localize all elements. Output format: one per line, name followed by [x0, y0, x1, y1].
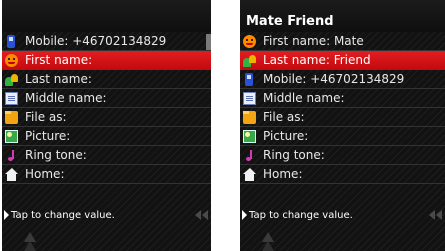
- left-screen: Mobile: +46702134829 First name: Last na…: [2, 0, 211, 251]
- up-arrow-icon: [262, 241, 274, 251]
- field-label: File as:: [25, 110, 67, 124]
- right-screen: Mate Friend First name: Mate Last name: …: [240, 0, 445, 251]
- music-note-icon: [5, 149, 18, 162]
- field-home[interactable]: Home:: [2, 165, 211, 184]
- back-arrows-icon[interactable]: [427, 210, 445, 220]
- field-first-name[interactable]: First name:: [2, 51, 211, 70]
- field-ring-tone[interactable]: Ring tone:: [240, 146, 445, 165]
- field-label: Picture:: [25, 129, 71, 143]
- field-label: Mobile: +46702134829: [263, 72, 405, 86]
- folder-icon: [243, 110, 256, 124]
- field-picture[interactable]: Picture:: [240, 127, 445, 146]
- field-first-name[interactable]: First name: Mate: [240, 32, 445, 51]
- contacts-icon: [243, 54, 256, 67]
- up-arrow-icon: [24, 241, 36, 251]
- picture-icon: [5, 129, 18, 143]
- hint-text: Tap to change value.: [249, 209, 353, 221]
- mobile-phone-icon: [7, 34, 15, 48]
- field-label: Home:: [263, 167, 303, 181]
- document-icon: [243, 91, 256, 105]
- field-label: Home:: [25, 167, 65, 181]
- play-arrow-icon: [4, 210, 9, 220]
- field-middle-name[interactable]: Middle name:: [2, 89, 211, 108]
- field-label: Mobile: +46702134829: [25, 34, 167, 48]
- field-label: First name: Mate: [263, 34, 364, 48]
- field-picture[interactable]: Picture:: [2, 127, 211, 146]
- field-home[interactable]: Home:: [240, 165, 445, 184]
- music-note-icon: [243, 149, 256, 162]
- field-ring-tone[interactable]: Ring tone:: [2, 146, 211, 165]
- field-last-name[interactable]: Last name:: [2, 70, 211, 89]
- screen-title: [2, 0, 211, 32]
- field-last-name[interactable]: Last name: Friend: [240, 51, 445, 70]
- play-arrow-icon: [242, 210, 247, 220]
- home-icon: [5, 167, 18, 181]
- field-label: File as:: [263, 110, 305, 124]
- field-label: Middle name:: [25, 91, 107, 105]
- field-label: Last name:: [25, 72, 92, 86]
- face-icon: [5, 53, 18, 67]
- contacts-icon: [5, 73, 18, 86]
- field-label: Last name: Friend: [263, 53, 371, 67]
- field-file-as[interactable]: File as:: [2, 108, 211, 127]
- field-label: First name:: [25, 53, 93, 67]
- hint-bar: Tap to change value.: [2, 205, 211, 225]
- field-file-as[interactable]: File as:: [240, 108, 445, 127]
- field-mobile[interactable]: Mobile: +46702134829: [240, 70, 445, 89]
- field-label: Ring tone:: [263, 148, 325, 162]
- field-middle-name[interactable]: Middle name:: [240, 89, 445, 108]
- screen-title: Mate Friend: [240, 0, 445, 32]
- field-list: First name: Mate Last name: Friend Mobil…: [240, 32, 445, 184]
- field-list: Mobile: +46702134829 First name: Last na…: [2, 32, 211, 184]
- field-label: Ring tone:: [25, 148, 87, 162]
- field-label: Picture:: [263, 129, 309, 143]
- hint-text: Tap to change value.: [11, 209, 115, 221]
- back-arrows-icon[interactable]: [193, 210, 211, 220]
- field-mobile[interactable]: Mobile: +46702134829: [2, 32, 211, 51]
- field-label: Middle name:: [263, 91, 345, 105]
- home-icon: [243, 167, 256, 181]
- picture-icon: [243, 129, 256, 143]
- mobile-phone-icon: [245, 72, 253, 86]
- hint-bar: Tap to change value.: [240, 205, 445, 225]
- face-icon: [243, 34, 256, 48]
- folder-icon: [5, 110, 18, 124]
- document-icon: [5, 91, 18, 105]
